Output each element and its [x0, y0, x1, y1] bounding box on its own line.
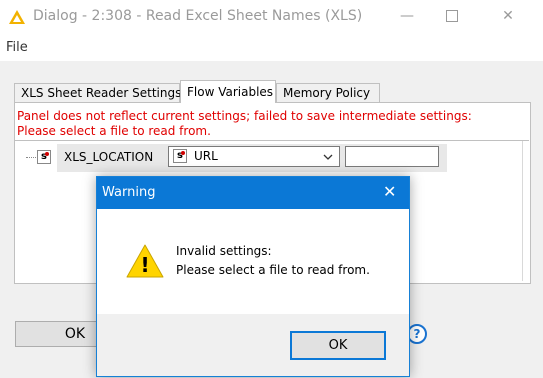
chevron-down-icon [323, 154, 333, 160]
menu-bar: File [0, 33, 543, 61]
maximize-button[interactable] [444, 8, 460, 24]
warning-title-bar: Warning ✕ [97, 177, 409, 209]
flow-variable-select[interactable]: s URL [168, 146, 340, 167]
warning-dialog: Warning ✕ ! Invalid settings: Please sel… [96, 176, 410, 377]
maximize-icon [446, 10, 458, 22]
warning-ok-button[interactable]: OK [290, 331, 386, 360]
variable-name-label: XLS_LOCATION [64, 150, 154, 164]
help-icon[interactable]: ? [407, 324, 427, 344]
warning-message-line-1: Invalid settings: [176, 244, 272, 258]
warning-exclamation: ! [140, 253, 149, 277]
tab-xls-sheet-reader-settings[interactable]: XLS Sheet Reader Settings [14, 83, 181, 102]
tab-flow-variables[interactable]: Flow Variables [180, 80, 276, 103]
flow-variable-icon: s [37, 150, 51, 164]
warning-title: Warning [102, 185, 156, 200]
error-line-1: Panel does not reflect current settings;… [17, 109, 472, 123]
close-button[interactable]: ✕ [500, 8, 516, 24]
minimize-button[interactable]: — [399, 8, 415, 24]
variable-value-field[interactable] [345, 146, 439, 167]
string-variable-icon: s [173, 149, 187, 163]
warning-message-line-2: Please select a file to read from. [176, 263, 370, 277]
error-line-2: Please select a file to read from. [17, 124, 211, 138]
window-title: Dialog - 2:308 - Read Excel Sheet Names … [33, 8, 363, 24]
error-message: Panel does not reflect current settings;… [17, 109, 472, 139]
title-bar: Dialog - 2:308 - Read Excel Sheet Names … [0, 0, 543, 33]
knime-app-icon [9, 10, 25, 24]
menu-file[interactable]: File [6, 40, 28, 55]
warning-triangle-icon: ! [126, 244, 164, 278]
flow-variable-selected-value: URL [194, 149, 218, 163]
scrollbar-track[interactable] [522, 141, 523, 281]
tree-connector [26, 157, 36, 158]
tab-memory-policy[interactable]: Memory Policy [276, 83, 380, 102]
warning-close-button[interactable]: ✕ [383, 183, 396, 201]
divider [15, 140, 529, 141]
